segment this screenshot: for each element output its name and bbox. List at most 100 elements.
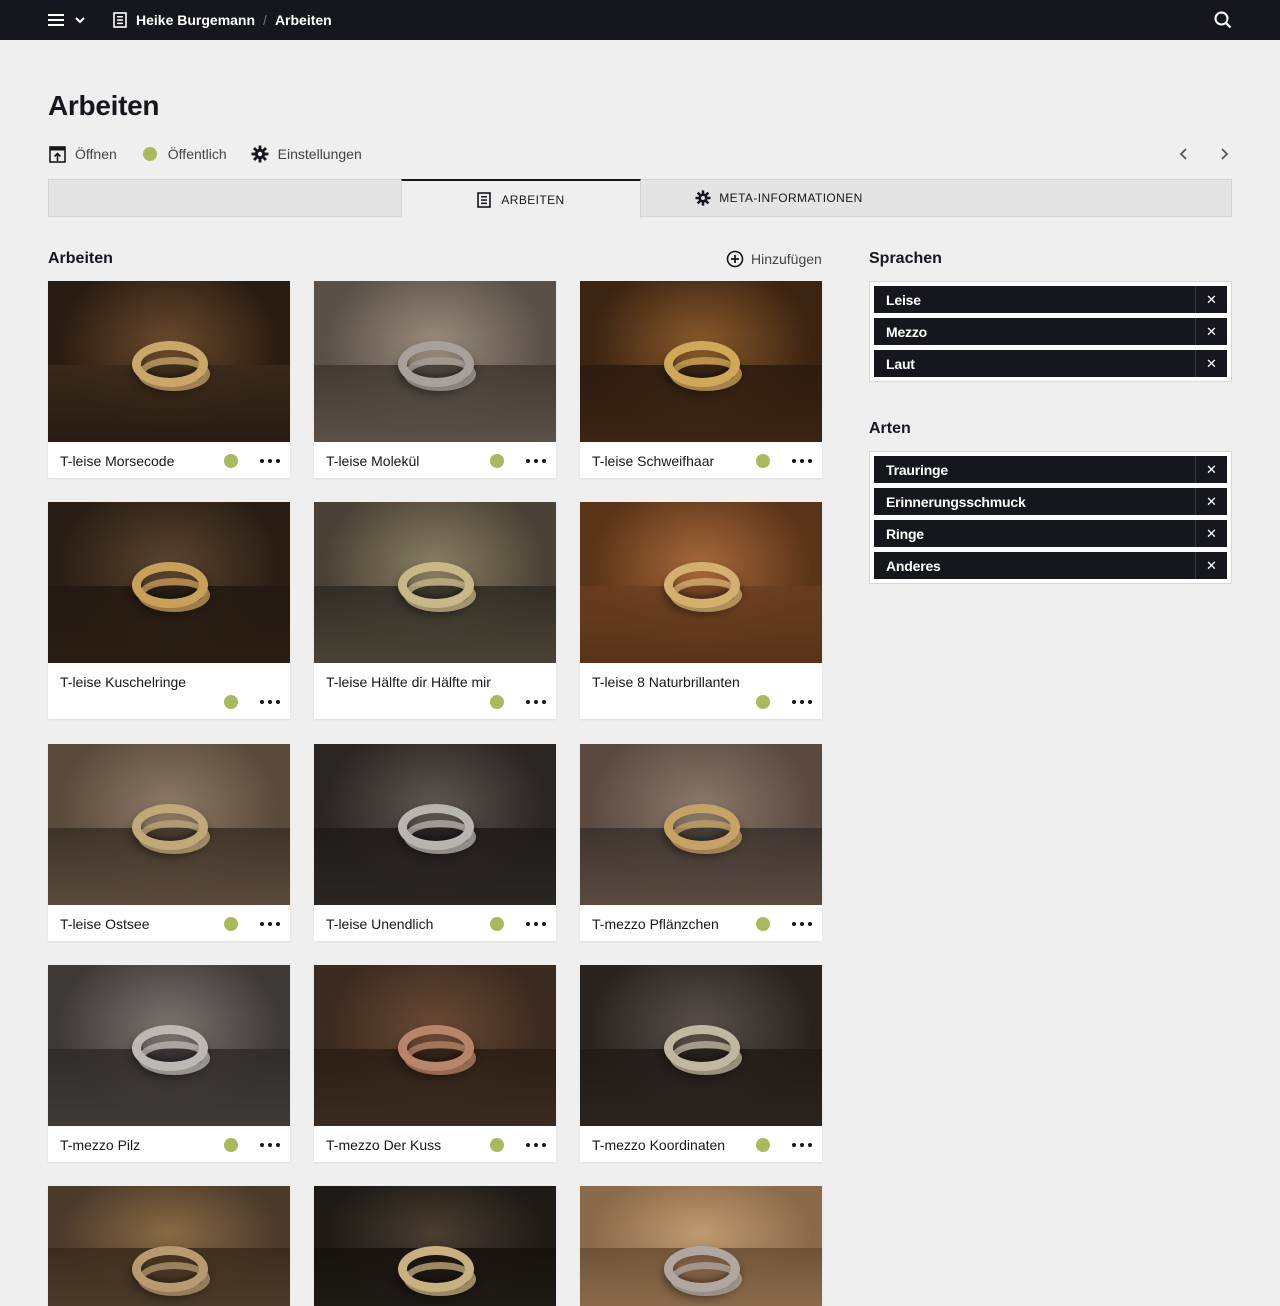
work-thumbnail[interactable] [314,1186,556,1306]
public-status-dot[interactable] [756,695,770,709]
work-title[interactable]: T-leise Schweifhaar [592,453,714,469]
work-card[interactable]: T-leise Ostsee [48,744,290,941]
more-options-icon[interactable] [526,695,546,709]
previous-icon[interactable] [1174,144,1194,164]
work-thumbnail[interactable] [580,1186,822,1306]
open-icon [48,145,66,163]
work-card[interactable]: T-leise Schweifhaar [580,281,822,478]
public-status-dot[interactable] [224,1138,238,1152]
work-card[interactable]: T-leise Morsecode [48,281,290,478]
settings-button[interactable]: Einstellungen [251,145,362,163]
remove-tag-icon[interactable]: ✕ [1195,456,1227,483]
work-thumbnail[interactable] [48,744,290,905]
open-label: Öffnen [75,146,117,162]
work-title[interactable]: T-leise 8 Naturbrillanten [592,674,740,690]
work-title[interactable]: T-leise Unendlich [326,916,433,932]
work-thumbnail[interactable] [48,965,290,1126]
ring-shape [670,578,742,612]
work-card[interactable] [580,1186,822,1306]
breadcrumb-current[interactable]: Arbeiten [275,12,332,28]
work-title[interactable]: T-mezzo Pflänzchen [592,916,719,932]
more-options-icon[interactable] [260,695,280,709]
tab-meta[interactable]: META-INFORMATIONEN [669,179,889,217]
public-status-dot[interactable] [756,454,770,468]
work-card[interactable] [48,1186,290,1306]
menu-icon[interactable] [48,12,64,28]
more-options-icon[interactable] [526,917,546,931]
remove-tag-icon[interactable]: ✕ [1195,552,1227,579]
work-thumbnail[interactable] [580,965,822,1126]
remove-tag-icon[interactable]: ✕ [1195,488,1227,515]
work-card[interactable]: T-leise Molekül [314,281,556,478]
more-options-icon[interactable] [792,917,812,931]
page-actions: Öffnen Öffentlich Einstellungen [48,142,386,166]
work-thumbnail[interactable] [48,1186,290,1306]
work-thumbnail[interactable] [48,281,290,442]
remove-tag-icon[interactable]: ✕ [1195,318,1227,345]
remove-tag-icon[interactable]: ✕ [1195,286,1227,313]
ring-shape [138,820,210,854]
ring-shape [138,357,210,391]
work-title[interactable]: T-mezzo Pilz [60,1137,140,1153]
more-options-icon[interactable] [526,1138,546,1152]
public-status-dot[interactable] [756,1138,770,1152]
work-card[interactable]: T-mezzo Der Kuss [314,965,556,1162]
chevron-down-icon[interactable] [74,13,86,27]
work-title[interactable]: T-leise Hälfte dir Hälfte mir [326,674,491,690]
remove-tag-icon[interactable]: ✕ [1195,520,1227,547]
work-title[interactable]: T-leise Molekül [326,453,419,469]
work-card[interactable]: T-leise Unendlich [314,744,556,941]
public-status-dot[interactable] [490,695,504,709]
add-work-button[interactable]: Hinzufügen [726,250,822,268]
work-thumbnail[interactable] [580,281,822,442]
work-thumbnail[interactable] [580,502,822,663]
works-section-title: Arbeiten [48,250,113,267]
work-title[interactable]: T-leise Kuschelringe [60,674,186,690]
work-card[interactable]: T-leise Kuschelringe [48,502,290,719]
public-status-dot[interactable] [490,1138,504,1152]
public-status-dot[interactable] [224,917,238,931]
remove-tag-icon[interactable]: ✕ [1195,350,1227,377]
work-card-footer: T-leise Schweifhaar [580,442,822,478]
work-thumbnail[interactable] [48,502,290,663]
open-button[interactable]: Öffnen [48,145,117,163]
work-card[interactable]: T-leise 8 Naturbrillanten [580,502,822,719]
work-card[interactable]: T-mezzo Koordinaten [580,965,822,1162]
ring-shape [670,357,742,391]
ring-shape [670,1262,742,1296]
more-options-icon[interactable] [260,454,280,468]
work-title[interactable]: T-mezzo Der Kuss [326,1137,441,1153]
type-tag: Trauringe ✕ [874,456,1227,483]
work-title[interactable]: T-leise Ostsee [60,916,149,932]
breadcrumb-parent[interactable]: Heike Burgemann [136,12,255,28]
public-status-dot[interactable] [756,917,770,931]
work-title[interactable]: T-leise Morsecode [60,453,174,469]
public-status-dot[interactable] [224,695,238,709]
work-card-footer: T-leise Unendlich [314,905,556,941]
more-options-icon[interactable] [526,454,546,468]
work-card[interactable]: T-leise Hälfte dir Hälfte mir [314,502,556,719]
tab-works[interactable]: ARBEITEN [401,179,641,218]
work-thumbnail[interactable] [314,281,556,442]
next-icon[interactable] [1214,144,1234,164]
public-status-dot[interactable] [224,454,238,468]
work-title[interactable]: T-mezzo Koordinaten [592,1137,725,1153]
work-thumbnail[interactable] [314,502,556,663]
work-thumbnail[interactable] [580,744,822,905]
more-options-icon[interactable] [260,1138,280,1152]
more-options-icon[interactable] [792,695,812,709]
work-card-footer: T-mezzo Pflänzchen [580,905,822,941]
search-icon[interactable] [1214,11,1232,29]
public-label: Öffentlich [167,146,227,162]
public-status-dot[interactable] [490,454,504,468]
work-thumbnail[interactable] [314,965,556,1126]
public-status-toggle[interactable]: Öffentlich [141,145,227,163]
more-options-icon[interactable] [792,1138,812,1152]
work-card[interactable]: T-mezzo Pilz [48,965,290,1162]
work-thumbnail[interactable] [314,744,556,905]
work-card[interactable]: T-mezzo Pflänzchen [580,744,822,941]
more-options-icon[interactable] [792,454,812,468]
work-card[interactable] [314,1186,556,1306]
more-options-icon[interactable] [260,917,280,931]
public-status-dot[interactable] [490,917,504,931]
